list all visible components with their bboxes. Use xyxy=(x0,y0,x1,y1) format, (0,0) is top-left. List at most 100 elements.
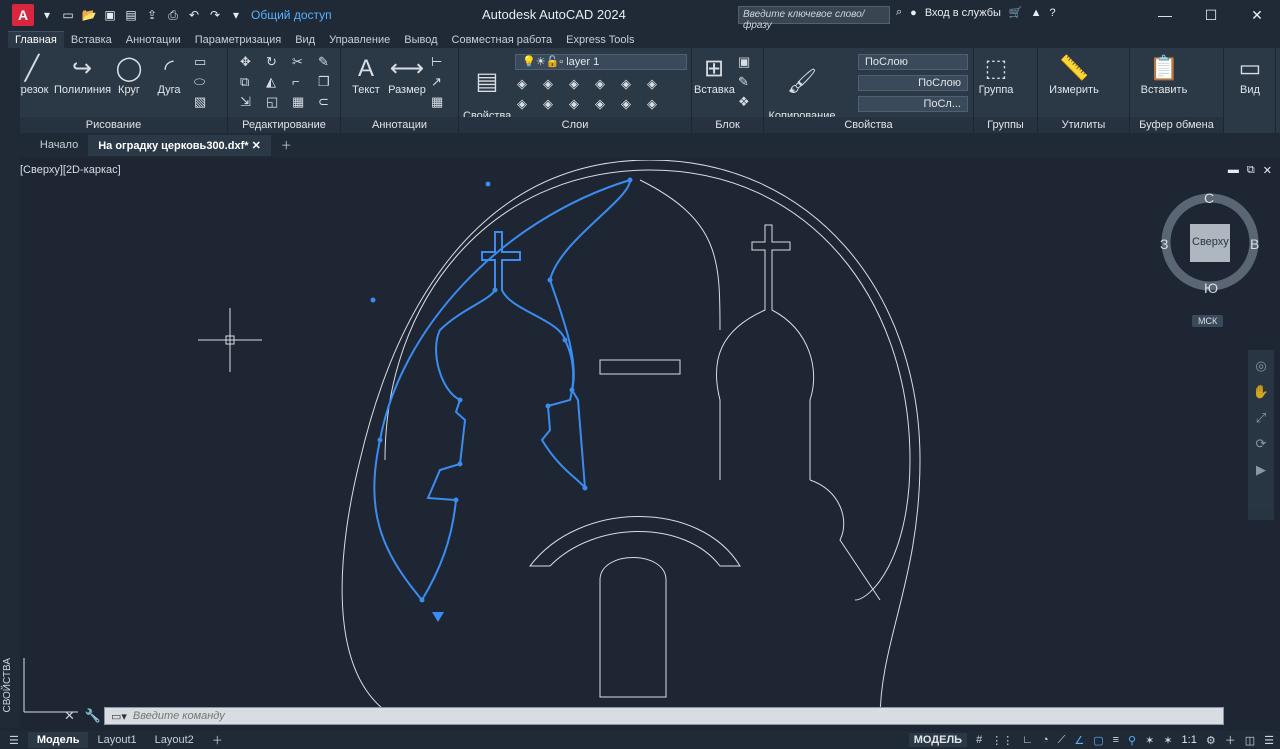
tab-layout2[interactable]: Layout2 xyxy=(146,732,203,748)
isodraft-icon[interactable]: ⟋ xyxy=(1058,734,1066,747)
tab-drawing-file[interactable]: На оградку церковь300.dxf* ✕ xyxy=(88,134,271,156)
tab-output[interactable]: Вывод xyxy=(397,32,444,48)
add-layout-icon[interactable]: ＋ xyxy=(203,730,232,749)
scale-value[interactable]: 1:1 xyxy=(1182,734,1197,746)
panel-groups-title[interactable]: Группы xyxy=(974,117,1037,133)
panel-properties-title[interactable]: Свойства xyxy=(764,117,973,133)
tab-parametric[interactable]: Параметризация xyxy=(188,32,288,48)
viewcube-south[interactable]: Ю xyxy=(1204,280,1218,296)
panel-clipboard-title[interactable]: Буфер обмена xyxy=(1130,117,1223,133)
layer-tool-icon-8[interactable]: ◈ xyxy=(543,96,563,112)
customize-icon[interactable]: ▾ xyxy=(227,8,245,22)
search-icon[interactable]: ⌕ xyxy=(896,6,902,19)
model-space-button[interactable]: МОДЕЛЬ xyxy=(908,733,968,747)
tab-collaborate[interactable]: Совместная работа xyxy=(445,32,560,48)
minimize-icon[interactable]: — xyxy=(1142,0,1188,30)
viewport-label[interactable]: [Сверху][2D-каркас] xyxy=(20,164,121,176)
layout-menu-icon[interactable]: ☰ xyxy=(0,732,28,749)
layer-tool-icon-6[interactable]: ◈ xyxy=(647,76,667,92)
move-icon[interactable]: ✥ xyxy=(240,54,260,70)
copy-icon[interactable]: ⧉ xyxy=(240,74,260,90)
layer-tool-icon-5[interactable]: ◈ xyxy=(621,76,641,92)
tab-annotate[interactable]: Аннотации xyxy=(119,32,188,48)
dimension-tool[interactable]: ⟷ Размер xyxy=(387,54,427,96)
cart-icon[interactable]: 🛒 xyxy=(1009,6,1023,19)
layer-tool-icon-2[interactable]: ◈ xyxy=(543,76,563,92)
hatch-icon[interactable]: ▧ xyxy=(194,94,206,110)
fillet-icon[interactable]: ⌐ xyxy=(292,74,312,90)
viewcube-north[interactable]: С xyxy=(1204,190,1214,206)
ellipse-icon[interactable]: ⬭ xyxy=(194,74,206,90)
help-icon[interactable]: ? xyxy=(1050,7,1056,19)
layer-tool-icon-4[interactable]: ◈ xyxy=(595,76,615,92)
object-snap-icon[interactable]: ▢ xyxy=(1093,734,1103,747)
trim-icon[interactable]: ✂ xyxy=(292,54,312,70)
annotation-scale-icon[interactable]: ⚲ xyxy=(1128,734,1136,747)
panel-layers-title[interactable]: Слои xyxy=(459,117,691,133)
close-tab-icon[interactable]: ✕ xyxy=(252,140,261,152)
arc-tool[interactable]: ◜ Дуга xyxy=(152,54,186,96)
vp-restore-icon[interactable]: ⧉ xyxy=(1247,164,1255,177)
linear-dim-icon[interactable]: ⊢ xyxy=(431,54,443,70)
circle-tool[interactable]: ◯ Круг xyxy=(112,54,146,96)
text-tool[interactable]: A Текст xyxy=(349,54,383,96)
drawing-svg[interactable] xyxy=(20,159,1278,728)
dropdown-icon[interactable]: ▾ xyxy=(38,8,56,22)
steering-wheel-icon[interactable]: ◎ xyxy=(1255,358,1266,374)
undo-icon[interactable]: ↶ xyxy=(185,8,203,22)
layer-dropdown[interactable]: 💡☀🔓▫ layer 1 xyxy=(515,54,687,70)
paste-tool[interactable]: 📋 Вставить xyxy=(1140,54,1188,96)
save-icon[interactable]: ▣ xyxy=(101,8,119,22)
annotation-visibility-icon[interactable]: ✶ xyxy=(1145,734,1154,747)
viewcube-west[interactable]: З xyxy=(1160,236,1168,252)
tab-insert[interactable]: Вставка xyxy=(64,32,119,48)
panel-block-title[interactable]: Блок xyxy=(692,117,763,133)
layer-tool-icon-9[interactable]: ◈ xyxy=(569,96,589,112)
panel-utilities-title[interactable]: Утилиты xyxy=(1038,117,1129,133)
zoom-extents-icon[interactable]: ⤢ xyxy=(1256,410,1266,426)
viewcube[interactable]: С Ю В З Сверху xyxy=(1158,190,1262,296)
command-history-icon[interactable]: ▭▾ xyxy=(105,710,133,723)
new-file-icon[interactable]: ▭ xyxy=(59,8,77,22)
panel-annotation-title[interactable]: Аннотации xyxy=(341,117,458,133)
command-line[interactable]: ▭▾ xyxy=(104,707,1224,725)
signin-button[interactable]: Вход в службы xyxy=(925,7,1001,19)
isolate-icon[interactable]: ◫ xyxy=(1245,734,1255,747)
color-dropdown[interactable]: ПоСлою xyxy=(858,54,968,70)
viewcube-east[interactable]: В xyxy=(1250,236,1259,252)
panel-draw-title[interactable]: Рисование xyxy=(0,117,227,133)
linetype-dropdown[interactable]: ПоСлою xyxy=(858,75,968,91)
rotate-icon[interactable]: ↻ xyxy=(266,54,286,70)
close-command-icon[interactable]: ✕ xyxy=(64,708,75,724)
orbit-icon[interactable]: ⟳ xyxy=(1256,436,1267,452)
auto-scale-icon[interactable]: ✶ xyxy=(1163,734,1172,747)
autocad-logo-icon[interactable]: A xyxy=(12,4,34,26)
rectangle-icon[interactable]: ▭ xyxy=(194,54,206,70)
print-icon[interactable]: ⎙ xyxy=(164,8,182,23)
grip-arrow-icon[interactable] xyxy=(432,612,444,622)
command-input[interactable] xyxy=(132,709,1223,723)
drawing-canvas[interactable] xyxy=(20,159,1278,728)
close-icon[interactable]: ✕ xyxy=(1234,0,1280,30)
explode-icon[interactable]: ❒ xyxy=(318,74,338,90)
attributes-icon[interactable]: ❖ xyxy=(738,94,750,110)
view-tool[interactable]: ▭ Вид xyxy=(1228,54,1272,96)
selected-polyline[interactable] xyxy=(373,178,632,602)
maximize-icon[interactable]: ☐ xyxy=(1188,0,1234,30)
lineweight-icon[interactable]: ≡ xyxy=(1113,734,1119,746)
showmotion-icon[interactable]: ▶ xyxy=(1256,462,1266,478)
leader-icon[interactable]: ↗ xyxy=(431,74,443,90)
tab-express-tools[interactable]: Express Tools xyxy=(559,32,641,48)
panel-modify-title[interactable]: Редактирование xyxy=(228,117,340,133)
open-file-icon[interactable]: 📂 xyxy=(80,8,98,22)
add-icon[interactable]: ＋ xyxy=(1225,732,1236,748)
layer-tool-icon-1[interactable]: ◈ xyxy=(517,76,537,92)
properties-palette-label[interactable]: СВОЙСТВА xyxy=(2,658,13,713)
offset-icon[interactable]: ⊂ xyxy=(318,94,338,110)
new-tab-icon[interactable]: ＋ xyxy=(271,133,302,157)
exchange-icon[interactable]: ▲ xyxy=(1031,7,1042,19)
snap-icon[interactable]: ⋮⋮ xyxy=(991,734,1013,747)
viewcube-face-top[interactable]: Сверху xyxy=(1192,236,1229,248)
redo-icon[interactable]: ↷ xyxy=(206,8,224,22)
polar-icon[interactable]: ◔ xyxy=(1042,734,1049,746)
